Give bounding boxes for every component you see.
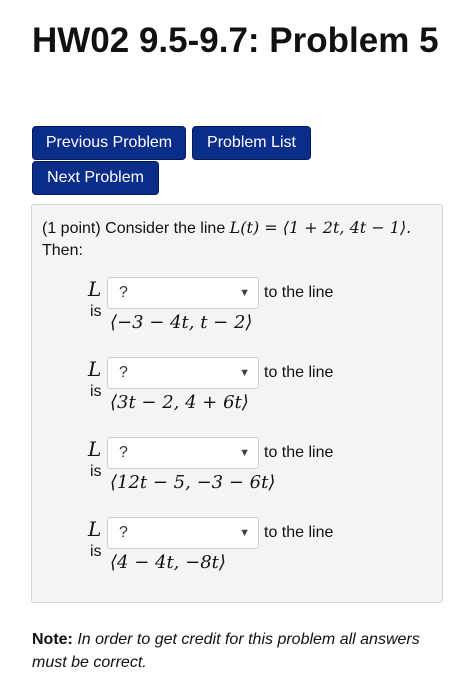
note-label: Note: <box>32 631 73 648</box>
line-definition: L(t) = ⟨1 + 2t, 4t − 1⟩. <box>229 218 412 237</box>
comparison-line-vector: ⟨3t − 2, 4 + 6t⟩ <box>110 392 249 413</box>
chevron-down-icon: ▼ <box>239 527 250 539</box>
problem-box: (1 point) Consider the line L(t) = ⟨1 + … <box>31 204 443 603</box>
relation-select-2[interactable]: ? ▼ <box>107 357 259 389</box>
select-value: ? <box>119 524 128 541</box>
line-symbol: L <box>88 357 102 381</box>
select-value: ? <box>119 284 128 301</box>
select-value: ? <box>119 364 128 381</box>
is-label: is <box>90 463 102 480</box>
note-text: In order to get credit for this problem … <box>32 631 420 671</box>
to-the-line-label: to the line <box>264 284 334 301</box>
problem-list-button[interactable]: Problem List <box>192 126 311 160</box>
page-title: HW02 9.5-9.7: Problem 5 <box>32 21 439 60</box>
chevron-down-icon: ▼ <box>239 367 250 379</box>
to-the-line-label: to the line <box>264 524 334 541</box>
line-symbol: L <box>88 437 102 461</box>
chevron-down-icon: ▼ <box>239 447 250 459</box>
then-text: Then: <box>42 242 83 259</box>
chevron-down-icon: ▼ <box>239 287 250 299</box>
line-symbol: L <box>88 517 102 541</box>
next-problem-button[interactable]: Next Problem <box>32 161 159 195</box>
question-row-4: L is ? ▼ to the line ⟨4 − 4t, −8t⟩ <box>32 517 442 577</box>
comparison-line-vector: ⟨−3 − 4t, t − 2⟩ <box>110 312 253 333</box>
to-the-line-label: to the line <box>264 364 334 381</box>
problem-intro: (1 point) Consider the line L(t) = ⟨1 + … <box>42 217 432 262</box>
is-label: is <box>90 543 102 560</box>
relation-select-4[interactable]: ? ▼ <box>107 517 259 549</box>
line-symbol: L <box>88 277 102 301</box>
problem-points-text: (1 point) Consider the line <box>42 220 226 237</box>
is-label: is <box>90 383 102 400</box>
question-row-1: L is ? ▼ to the line ⟨−3 − 4t, t − 2⟩ <box>32 277 442 337</box>
credit-note: Note: In order to get credit for this pr… <box>32 628 452 674</box>
comparison-line-vector: ⟨12t − 5, −3 − 6t⟩ <box>110 472 276 493</box>
is-label: is <box>90 303 102 320</box>
previous-problem-button[interactable]: Previous Problem <box>32 126 186 160</box>
relation-select-3[interactable]: ? ▼ <box>107 437 259 469</box>
select-value: ? <box>119 444 128 461</box>
question-row-3: L is ? ▼ to the line ⟨12t − 5, −3 − 6t⟩ <box>32 437 442 497</box>
question-row-2: L is ? ▼ to the line ⟨3t − 2, 4 + 6t⟩ <box>32 357 442 417</box>
to-the-line-label: to the line <box>264 444 334 461</box>
relation-select-1[interactable]: ? ▼ <box>107 277 259 309</box>
comparison-line-vector: ⟨4 − 4t, −8t⟩ <box>110 552 226 573</box>
